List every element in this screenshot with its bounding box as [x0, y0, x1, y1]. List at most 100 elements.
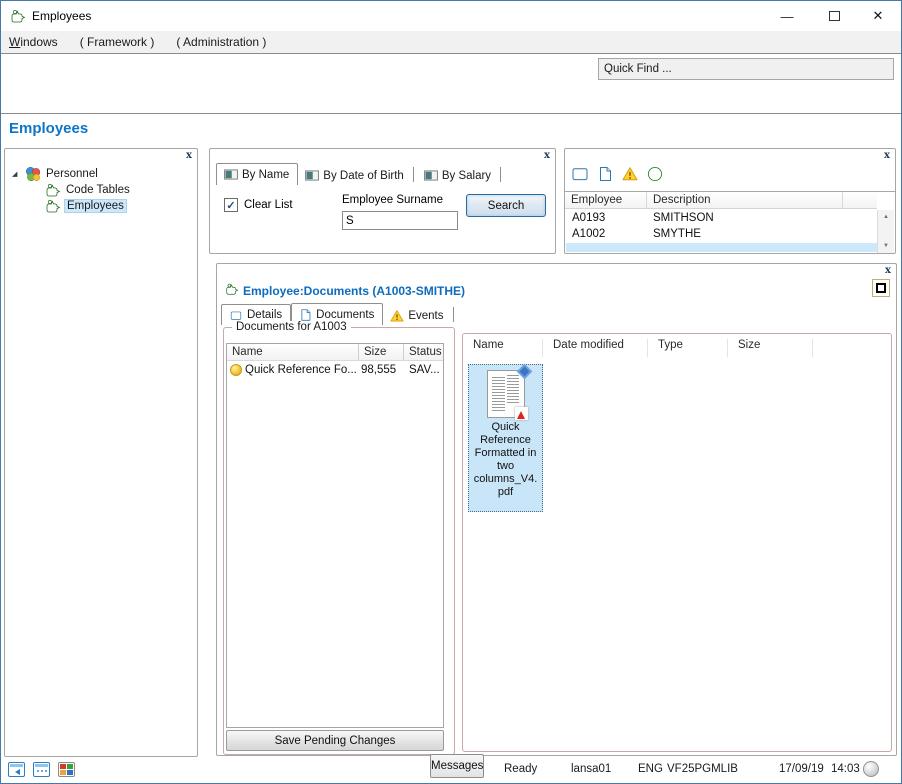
close-button[interactable]: ✕ — [863, 1, 893, 31]
tab-by-name[interactable]: By Name — [216, 163, 299, 185]
status-state: Ready — [504, 763, 538, 775]
vertical-scrollbar[interactable]: ▲ ▼ — [877, 210, 894, 253]
column-header-filler — [843, 192, 877, 208]
file-name-line: two — [496, 460, 515, 472]
table-row[interactable]: A1002 SMYTHE — [565, 226, 877, 242]
thumbnail-text-column — [506, 375, 519, 405]
color-grid-icon[interactable] — [58, 762, 75, 777]
file-name-line: columns_V4. — [473, 473, 538, 485]
menu-bar: Windows ( Framework ) ( Administration ) — [1, 31, 901, 54]
quick-find-input[interactable]: Quick Find ... — [598, 58, 894, 80]
cell-employee: A1002 — [572, 228, 606, 240]
status-library: VF25PGMLIB — [667, 763, 738, 775]
search-button[interactable]: Search — [466, 194, 546, 217]
document-panel-title: Employee:Documents (A1003-SMITHE) — [243, 284, 466, 298]
title-bar: Employees — ✕ — [1, 1, 901, 31]
app-window: Employees — ✕ Windows ( Framework ) ( Ad… — [0, 0, 902, 784]
tab-by-salary[interactable]: By Salary — [417, 166, 499, 185]
tree-item-label-selected: Employees — [64, 199, 127, 213]
employee-toolbar — [572, 166, 663, 182]
tab-events[interactable]: Events — [383, 306, 451, 325]
file-view-header: Name Date modified Type Size — [463, 334, 891, 358]
column-header-date-modified[interactable]: Date modified — [543, 339, 648, 357]
employees-icon — [45, 198, 61, 214]
clear-list-checkbox[interactable]: ✓ — [224, 198, 238, 212]
lansa-app-icon — [10, 8, 26, 24]
cell-employee: A0193 — [572, 212, 606, 224]
yellow-status-icon — [230, 364, 242, 376]
tab-label: By Salary — [441, 169, 492, 182]
add-icon[interactable] — [647, 166, 663, 182]
tree-item-employees[interactable]: Employees — [5, 198, 197, 214]
status-language: ENG — [638, 763, 663, 775]
cell-description: SMITHSON — [653, 212, 714, 224]
scroll-down-icon[interactable]: ▼ — [878, 239, 894, 253]
employee-surname-input[interactable] — [342, 211, 458, 230]
close-icon[interactable]: x — [884, 149, 890, 163]
menu-item-windows[interactable]: Windows — [9, 35, 58, 49]
personnel-icon — [25, 166, 41, 182]
tab-separator — [500, 166, 502, 182]
table-row[interactable]: A0193 SMITHSON — [565, 210, 877, 226]
close-icon[interactable]: x — [186, 149, 192, 163]
tab-label: Documents — [316, 308, 375, 321]
pdf-logo-icon — [514, 407, 528, 420]
command-bar: Quick Find ... — [1, 55, 901, 114]
window-icon — [229, 310, 243, 321]
close-icon: ✕ — [872, 8, 884, 23]
scroll-up-icon[interactable]: ▲ — [878, 210, 894, 224]
column-header-name[interactable]: Name — [463, 339, 543, 357]
tree-item-label: Code Tables — [66, 184, 130, 196]
column-header-size[interactable]: Size — [359, 344, 404, 360]
column-header-status[interactable]: Status — [404, 344, 443, 360]
window-icon[interactable] — [572, 166, 588, 182]
tile-windows-icon[interactable] — [33, 762, 50, 777]
column-header-employee[interactable]: Employee — [565, 192, 647, 208]
tab-separator — [452, 306, 454, 322]
save-pending-changes-button[interactable]: Save Pending Changes — [226, 730, 444, 751]
status-bar: Messages Ready lansa01 ENG VF25PGMLIB 17… — [1, 754, 901, 783]
employee-list-panel: x Employee Description A0193 SMITHSON A1… — [564, 148, 896, 254]
status-time: 14:03 — [831, 763, 860, 775]
status-server: lansa01 — [571, 763, 612, 775]
tab-by-date-of-birth[interactable]: By Date of Birth — [298, 166, 412, 185]
checkmark-icon: ✓ — [226, 199, 236, 212]
document-icon[interactable] — [597, 166, 613, 182]
close-icon[interactable]: x — [544, 149, 550, 163]
cell-description: SMYTHE — [653, 228, 701, 240]
file-name-line: Quick — [491, 421, 520, 433]
documents-list-header: Name Size Status — [227, 344, 443, 361]
warning-icon[interactable] — [622, 166, 638, 182]
tree-item-label: Personnel — [46, 168, 98, 180]
cell-size: 98,555 — [361, 364, 397, 376]
minimize-button[interactable]: — — [772, 1, 802, 31]
maximize-button[interactable] — [819, 1, 849, 31]
employee-search-panel: x By Name By Date of Birth By Salary ✓ C… — [209, 148, 556, 254]
menu-item-administration[interactable]: ( Administration ) — [176, 35, 266, 49]
tab-label: By Date of Birth — [323, 169, 404, 182]
restore-icon — [876, 283, 886, 293]
warning-icon — [390, 309, 404, 323]
restore-panel-button[interactable] — [872, 279, 890, 297]
column-header-type[interactable]: Type — [648, 339, 728, 357]
cascade-windows-icon[interactable] — [8, 762, 25, 777]
tab-label: Details — [247, 309, 283, 321]
maximize-icon — [828, 11, 840, 21]
column-header-size[interactable]: Size — [728, 339, 813, 357]
status-date: 17/09/19 — [779, 763, 824, 775]
column-header-description[interactable]: Description — [647, 192, 843, 208]
tree-item-personnel[interactable]: ◢ Personnel — [5, 166, 197, 182]
tree-expander-icon[interactable]: ◢ — [12, 170, 25, 178]
table-row-partial-selected[interactable] — [566, 243, 877, 252]
file-item-pdf[interactable]: Quick Reference Formatted in two columns… — [468, 363, 543, 512]
menu-item-framework[interactable]: ( Framework ) — [80, 35, 155, 49]
list-item[interactable]: Quick Reference Fo... 98,555 SAV... — [227, 361, 443, 379]
column-header-name[interactable]: Name — [227, 344, 359, 360]
file-name-line: Reference — [480, 434, 531, 446]
code-tables-icon — [45, 182, 61, 198]
messages-button[interactable]: Messages — [430, 754, 484, 778]
documents-group: Documents for A1003 Name Size Status Qui… — [223, 321, 455, 755]
close-icon[interactable]: x — [885, 264, 891, 278]
tree-item-code-tables[interactable]: Code Tables — [5, 182, 197, 198]
status-led-icon — [863, 761, 879, 777]
